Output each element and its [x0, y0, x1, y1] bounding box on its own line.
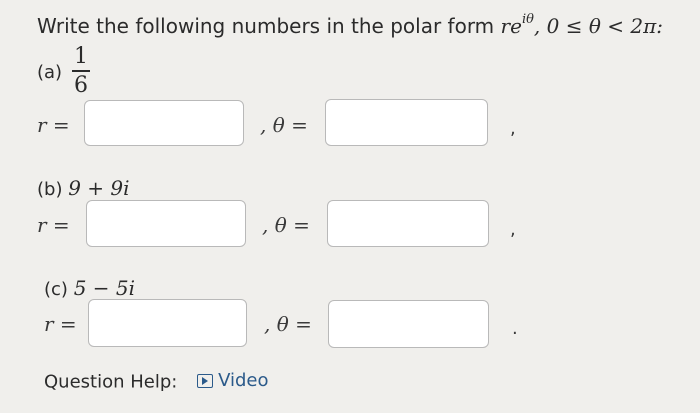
part-b-theta-input[interactable]: [327, 200, 489, 247]
part-a-fraction: 1 6: [72, 44, 90, 100]
part-c-r-label: r =: [44, 312, 77, 336]
question-help: Question Help: Video: [44, 370, 269, 393]
part-a-r-input[interactable]: [84, 100, 244, 146]
video-button[interactable]: Video: [197, 370, 269, 391]
part-a-label: (a): [37, 62, 63, 83]
part-a-tail: ,: [510, 118, 516, 139]
part-b-r-label: r =: [37, 213, 70, 237]
part-c-label-group: (c) 5 − 5i: [44, 276, 135, 300]
part-b-label: (b): [37, 179, 63, 200]
part-c-theta-input[interactable]: [328, 300, 489, 348]
part-a-r-label: r =: [37, 113, 70, 137]
part-a-theta-input[interactable]: [325, 99, 488, 146]
title-e: e: [510, 14, 522, 38]
title-prefix: Write the following numbers in the polar…: [37, 14, 501, 38]
title-exponent: iθ: [521, 12, 534, 28]
part-b-label-group: (b) 9 + 9i: [37, 176, 130, 200]
question-title: Write the following numbers in the polar…: [37, 12, 663, 38]
question-help-label: Question Help:: [44, 371, 178, 393]
part-c-expression: 5 − 5i: [73, 276, 136, 300]
part-c-label: (c): [44, 279, 68, 300]
video-label: Video: [218, 370, 269, 391]
fraction-numerator: 1: [72, 44, 90, 72]
part-c-r-input[interactable]: [88, 299, 247, 347]
part-b-tail: ,: [510, 219, 516, 240]
video-icon: [197, 373, 214, 388]
fraction-denominator: 6: [74, 73, 88, 98]
part-c-tail: .: [512, 318, 518, 339]
part-c-theta-label: , θ =: [264, 312, 312, 336]
part-b-r-input[interactable]: [86, 200, 246, 247]
part-a-theta-label: , θ =: [260, 113, 308, 137]
part-b-expression: 9 + 9i: [68, 176, 130, 200]
title-r: r: [500, 14, 511, 38]
title-suffix: , 0 ≤ θ < 2π:: [533, 14, 663, 38]
part-b-theta-label: , θ =: [262, 213, 310, 237]
